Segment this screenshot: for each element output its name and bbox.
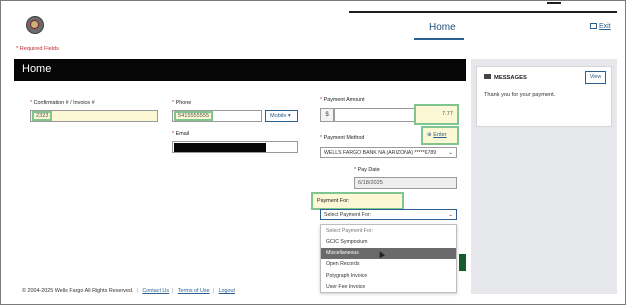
exit-icon bbox=[590, 23, 597, 29]
header-top-divider bbox=[349, 11, 617, 13]
confirmation-label: * Confirmation # / Invoice # bbox=[30, 100, 95, 106]
enter-payment-method-link[interactable]: ⊕ Enter bbox=[421, 126, 459, 145]
email-redaction bbox=[174, 143, 266, 152]
logout-link[interactable]: Logout bbox=[219, 288, 236, 294]
phone-type-dropdown[interactable]: Mobile ▾ bbox=[265, 110, 298, 122]
plus-circle-icon: ⊕ bbox=[427, 132, 432, 138]
payment-for-label: Payment For: bbox=[311, 192, 404, 210]
payment-method-label: * Payment Method bbox=[320, 135, 364, 141]
phone-value: 5415555555 bbox=[173, 111, 214, 121]
payment-amount-label-text: Payment Amount bbox=[323, 97, 365, 103]
view-messages-button[interactable]: View bbox=[585, 71, 606, 84]
phone-input[interactable]: 5415555555 bbox=[172, 110, 262, 122]
payment-method-label-text: Payment Method bbox=[323, 135, 365, 141]
email-label-text: Email bbox=[175, 131, 190, 137]
phone-type-label: Mobile bbox=[270, 113, 287, 119]
pay-date-input[interactable]: 6/18/2025 bbox=[354, 177, 457, 189]
required-mark: * bbox=[354, 167, 357, 173]
submit-button-edge[interactable] bbox=[459, 254, 466, 271]
confirmation-label-text: Confirmation # / Invoice # bbox=[33, 100, 95, 106]
email-input[interactable] bbox=[172, 141, 298, 153]
payment-for-select[interactable]: Select Payment For: ⌄ bbox=[320, 209, 457, 220]
footer: © 2004-2025 Wells Fargo All Rights Reser… bbox=[22, 288, 236, 294]
payment-for-option[interactable]: Polygraph Invoice bbox=[321, 270, 456, 281]
confirmation-value: 2323 bbox=[31, 111, 53, 121]
payment-amount-label: * Payment Amount bbox=[320, 97, 365, 103]
required-mark: * bbox=[172, 100, 175, 106]
payment-for-option[interactable]: GCIC Symposium bbox=[321, 236, 456, 247]
payment-for-value: Select Payment For: bbox=[324, 212, 371, 218]
pay-date-label: * Pay Date bbox=[354, 167, 380, 173]
email-label: * Email bbox=[172, 131, 189, 137]
top-divider-marker bbox=[547, 2, 561, 4]
seal-emblem bbox=[30, 20, 39, 29]
nav-home-link[interactable]: Home bbox=[429, 22, 456, 33]
message-text: Thank you for your payment. bbox=[484, 92, 556, 98]
enter-label: Enter bbox=[433, 132, 447, 138]
currency-addon: $ bbox=[320, 108, 334, 122]
chevron-down-icon: ⌄ bbox=[448, 150, 453, 156]
caret-down-icon: ▾ bbox=[288, 113, 291, 119]
page-title: Home bbox=[22, 63, 52, 75]
contact-us-link[interactable]: Contact Us bbox=[142, 288, 169, 294]
phone-label: * Phone bbox=[172, 100, 191, 106]
required-mark: * bbox=[320, 135, 323, 141]
required-mark: * bbox=[30, 100, 33, 106]
pay-date-label-text: Pay Date bbox=[357, 167, 380, 173]
required-fields-notice: * Required Fields bbox=[16, 46, 59, 52]
payment-for-options: Select Payment For: GCIC Symposium Misce… bbox=[320, 224, 457, 293]
exit-label: Exit bbox=[599, 23, 611, 30]
exit-link[interactable]: Exit bbox=[590, 23, 611, 30]
envelope-icon bbox=[484, 74, 491, 79]
agency-seal-logo[interactable] bbox=[26, 16, 44, 34]
page-title-bar bbox=[14, 59, 466, 81]
nav-home-underline bbox=[414, 38, 464, 40]
messages-title-text: MESSAGES bbox=[494, 75, 527, 81]
required-mark: * bbox=[172, 131, 175, 137]
payment-method-value: WELLS FARGO BANK NA (ARIZONA) *****6789 bbox=[324, 150, 437, 156]
messages-title: MESSAGES bbox=[484, 74, 527, 81]
payment-method-select[interactable]: WELLS FARGO BANK NA (ARIZONA) *****6789 ⌄ bbox=[320, 147, 457, 158]
payment-for-option[interactable]: Select Payment For: bbox=[321, 225, 456, 236]
chevron-down-icon: ⌄ bbox=[448, 212, 453, 218]
payment-for-option[interactable]: User Fee Invoice bbox=[321, 281, 456, 292]
phone-label-text: Phone bbox=[175, 100, 192, 106]
copyright-text: © 2004-2025 Wells Fargo All Rights Reser… bbox=[22, 288, 134, 294]
payment-for-option-selected[interactable]: Miscellaneous bbox=[321, 247, 456, 259]
required-mark: * bbox=[320, 97, 323, 103]
confirmation-input[interactable]: 2323 bbox=[30, 110, 158, 122]
payment-for-option[interactable]: Open Records bbox=[321, 259, 456, 270]
terms-of-use-link[interactable]: Terms of Use bbox=[178, 288, 210, 294]
payment-amount-value: 7.77 bbox=[414, 104, 459, 125]
